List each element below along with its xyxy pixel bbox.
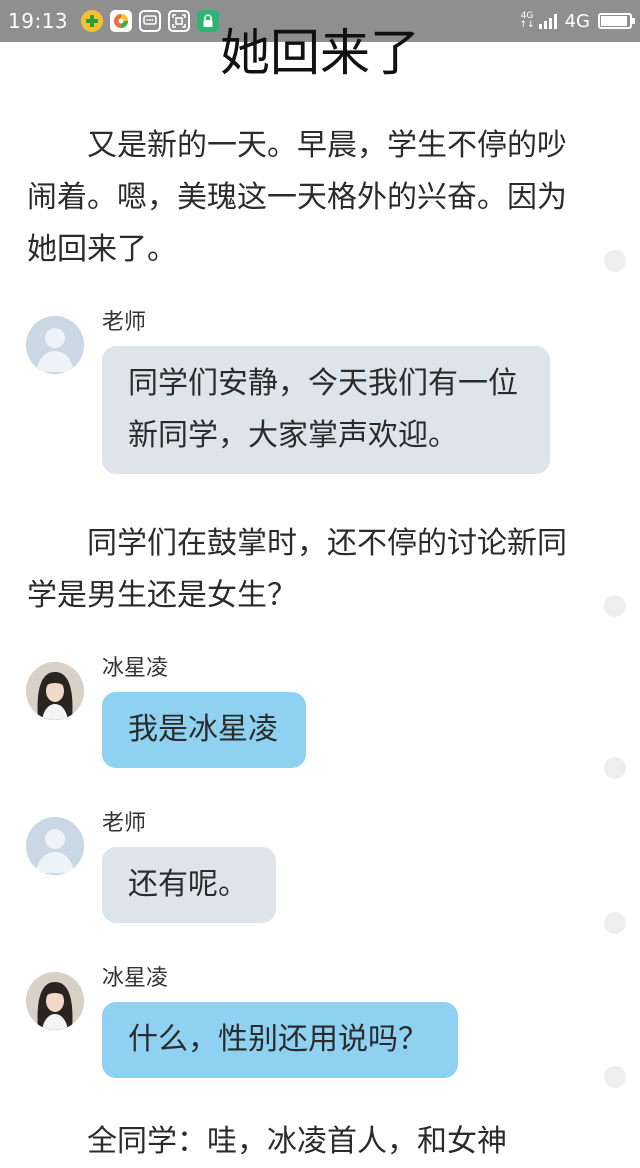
comment-dot[interactable] <box>604 912 626 934</box>
avatar[interactable] <box>26 972 84 1030</box>
message-bubble[interactable]: 还有呢。 <box>102 847 276 923</box>
comment-dot[interactable] <box>604 250 626 272</box>
message-bubble[interactable]: 我是冰星凌 <box>102 692 306 768</box>
story-paragraph: 又是新的一天。早晨，学生不停的吵闹着。嗯，美瑰这一天格外的兴奋。因为她回来了。 <box>27 128 567 267</box>
message-bubble[interactable]: 同学们安静，今天我们有一位新同学，大家掌声欢迎。 <box>102 346 550 474</box>
story-paragraph: 全同学：哇，冰凌首人，和女神 <box>87 1124 507 1159</box>
message-bubble[interactable]: 什么，性别还用说吗？ <box>102 1002 458 1078</box>
sender-name: 老师 <box>102 310 147 335</box>
chat-message: 冰星凌 什么，性别还用说吗？ <box>26 964 586 1082</box>
default-avatar-icon <box>26 316 84 374</box>
sender-name: 冰星凌 <box>102 656 169 681</box>
story-paragraph: 同学们在鼓掌时，还不停的讨论新同学是男生还是女生？ <box>27 526 567 613</box>
chat-message: 老师 同学们安静，今天我们有一位新同学，大家掌声欢迎。 <box>26 308 586 478</box>
avatar[interactable] <box>26 316 84 374</box>
avatar[interactable] <box>26 817 84 875</box>
sender-name: 冰星凌 <box>102 966 169 991</box>
chat-message: 老师 还有呢。 <box>26 809 586 927</box>
chat-message: 冰星凌 我是冰星凌 <box>26 654 586 772</box>
story-title: 她回来了 <box>220 24 420 82</box>
default-avatar-icon <box>26 817 84 875</box>
comment-dot[interactable] <box>604 1066 626 1088</box>
sender-name: 老师 <box>102 811 147 836</box>
avatar[interactable] <box>26 662 84 720</box>
comment-dot[interactable] <box>604 757 626 779</box>
girl-avatar-icon <box>26 972 84 1030</box>
girl-avatar-icon <box>26 662 84 720</box>
comment-dot[interactable] <box>604 595 626 617</box>
